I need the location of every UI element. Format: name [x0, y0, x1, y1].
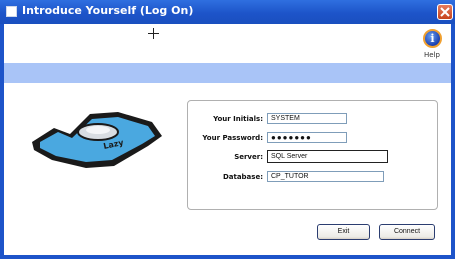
- database-input[interactable]: CP_TUTOR: [267, 171, 384, 182]
- window-icon: [6, 6, 17, 17]
- server-label: Server:: [234, 153, 263, 161]
- help-icon-glyph: i: [430, 32, 435, 45]
- connect-button[interactable]: Connect: [379, 224, 435, 240]
- close-icon: [440, 7, 450, 17]
- password-input[interactable]: ●●●●●●●: [267, 132, 347, 143]
- password-label: Your Password:: [202, 134, 263, 142]
- help-label: Help: [424, 51, 440, 59]
- frame-right: [451, 24, 455, 259]
- help-icon: i: [423, 29, 442, 48]
- initials-label: Your Initials:: [213, 115, 263, 123]
- title-bar[interactable]: Introduce Yourself (Log On): [0, 0, 455, 24]
- initials-input[interactable]: SYSTEM: [267, 113, 347, 124]
- crosshair-cursor-icon: [148, 28, 159, 39]
- window-title: Introduce Yourself (Log On): [22, 4, 194, 17]
- database-label: Database:: [222, 173, 263, 181]
- close-button[interactable]: [437, 4, 453, 20]
- login-window: Introduce Yourself (Log On) i Help Lazy …: [0, 0, 455, 259]
- exit-button[interactable]: Exit: [317, 224, 370, 240]
- help-button[interactable]: i Help: [417, 26, 447, 62]
- frame-bottom: [0, 255, 455, 259]
- header-band: [4, 63, 451, 83]
- app-logo: Lazy: [32, 112, 162, 168]
- frame-left: [0, 24, 4, 259]
- server-select[interactable]: SQL Server: [267, 150, 388, 163]
